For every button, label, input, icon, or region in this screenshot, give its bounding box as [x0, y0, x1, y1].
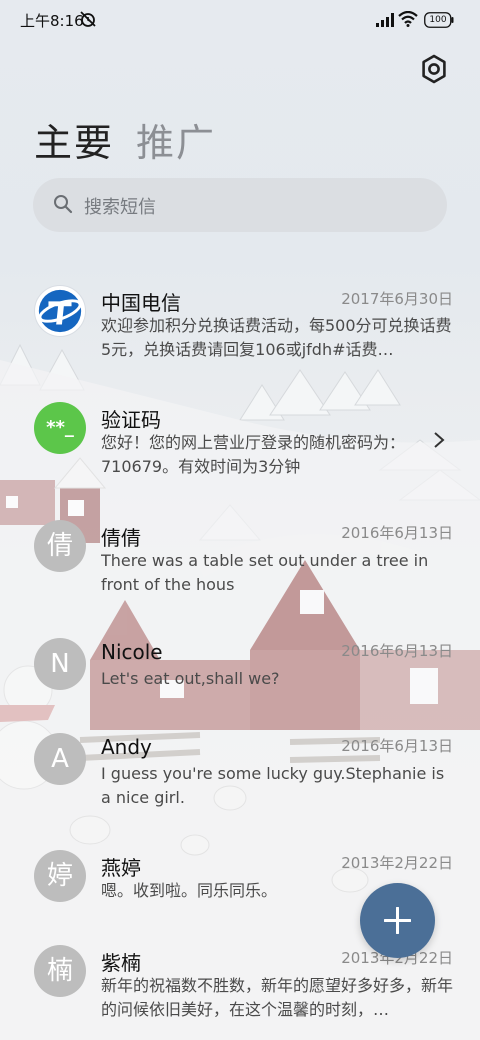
- china-telecom-logo-icon: [38, 289, 82, 333]
- avatar: A: [34, 733, 86, 785]
- avatar: 倩: [34, 520, 86, 572]
- message-preview: I guess you're some lucky guy.Stephanie …: [101, 764, 445, 807]
- message-date: 2016年6月13日: [341, 737, 453, 755]
- sender-name: 验证码: [101, 408, 161, 432]
- sender-name: 燕婷: [101, 856, 141, 880]
- message-item[interactable]: **_ 验证码 您好！您的网上营业厅登录的随机密码为：710679。有效时间为3…: [0, 400, 480, 490]
- plus-icon: [384, 907, 411, 934]
- message-preview: 欢迎参加积分兑换话费活动，每500分可兑换话费5元，兑换话费请回复106或jfd…: [101, 316, 452, 359]
- message-date: 2016年6月13日: [341, 642, 453, 660]
- message-item[interactable]: 中国电信 2017年6月30日 欢迎参加积分兑换话费活动，每500分可兑换话费5…: [0, 283, 480, 378]
- avatar: N: [34, 638, 86, 690]
- sender-name: 紫楠: [101, 951, 141, 975]
- avatar: [34, 285, 86, 337]
- message-preview: 您好！您的网上营业厅登录的随机密码为：710679。有效时间为3分钟: [101, 433, 406, 476]
- message-preview: Let's eat out,shall we?: [101, 669, 280, 688]
- message-item[interactable]: A Andy 2016年6月13日 I guess you're some lu…: [0, 731, 480, 826]
- avatar: **_: [34, 402, 86, 454]
- avatar: 楠: [34, 945, 86, 997]
- message-preview: There was a table set out under a tree i…: [101, 551, 429, 594]
- sender-name: 中国电信: [101, 291, 181, 315]
- message-preview: 新年的祝福数不胜数，新年的愿望好多好多，新年的问候依旧美好，在这个温馨的时刻，…: [101, 976, 453, 1019]
- chevron-right-icon[interactable]: [432, 430, 446, 450]
- message-date: 2016年6月13日: [341, 524, 453, 542]
- message-date: 2017年6月30日: [341, 290, 453, 308]
- sender-name: 倩倩: [101, 526, 141, 550]
- avatar: 婷: [34, 850, 86, 902]
- compose-button[interactable]: [360, 883, 435, 958]
- message-date: 2013年2月22日: [341, 854, 453, 872]
- message-item[interactable]: 倩 倩倩 2016年6月13日 There was a table set ou…: [0, 518, 480, 613]
- message-item[interactable]: N Nicole 2016年6月13日 Let's eat out,shall …: [0, 636, 480, 706]
- sender-name: Andy: [101, 735, 152, 759]
- sender-name: Nicole: [101, 640, 163, 664]
